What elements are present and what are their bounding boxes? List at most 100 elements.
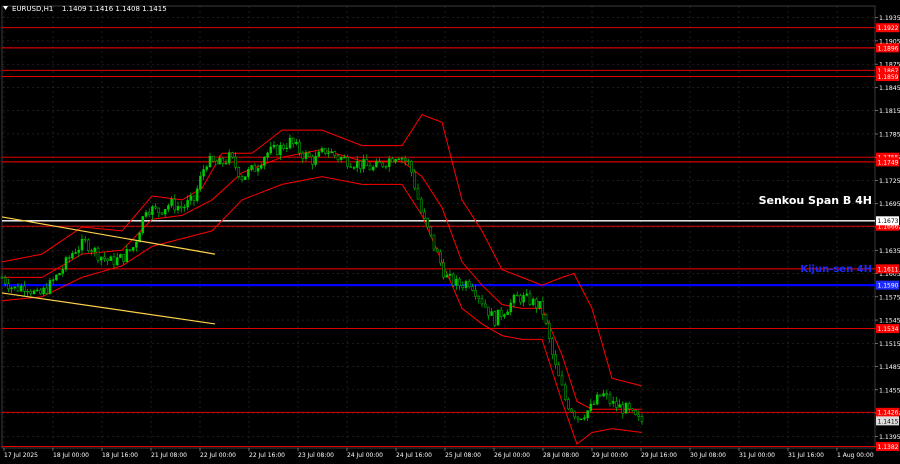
candle-body bbox=[259, 165, 263, 169]
price-axis: 1.19351.19051.18751.18451.18151.17851.17… bbox=[875, 15, 900, 451]
x-tick-label: 23 Jul 08:00 bbox=[298, 452, 334, 459]
candle-body bbox=[234, 156, 237, 168]
candle-body bbox=[634, 409, 637, 416]
candle-body bbox=[640, 416, 644, 422]
candle-body bbox=[429, 226, 433, 236]
candle-body bbox=[365, 159, 369, 166]
candle-body bbox=[103, 256, 106, 260]
candle-body bbox=[109, 256, 113, 261]
grid bbox=[1, 5, 876, 449]
candle-body bbox=[211, 156, 215, 162]
candle-body bbox=[560, 375, 564, 386]
candle-body bbox=[16, 286, 20, 292]
candle-body bbox=[304, 152, 308, 159]
candle-body bbox=[61, 269, 65, 274]
candle-body bbox=[595, 394, 599, 405]
candle-body bbox=[490, 311, 493, 316]
candle-body bbox=[122, 254, 125, 262]
candle-body bbox=[499, 309, 503, 317]
candle-body bbox=[471, 286, 474, 291]
candle-body bbox=[323, 148, 327, 154]
candle-body bbox=[541, 301, 545, 315]
x-tick-label: 24 Jul 16:00 bbox=[396, 452, 432, 459]
candle-body bbox=[410, 161, 413, 173]
candle-body bbox=[503, 314, 506, 317]
candle-body bbox=[333, 151, 337, 156]
level-label: 1.1382 bbox=[878, 444, 899, 451]
y-tick-label: 1.1485 bbox=[879, 364, 900, 371]
level-label: 1.1749 bbox=[878, 159, 899, 166]
candle-body bbox=[336, 155, 340, 160]
candle-body bbox=[509, 302, 513, 313]
candle-body bbox=[416, 187, 420, 200]
candle-body bbox=[39, 289, 42, 295]
candle-body bbox=[237, 167, 241, 177]
candle-body bbox=[483, 303, 487, 308]
candle-body bbox=[442, 262, 445, 278]
candle-body bbox=[567, 399, 570, 410]
candle-body bbox=[528, 293, 532, 305]
candle-body bbox=[592, 403, 596, 406]
trend-line bbox=[1, 292, 216, 325]
candle-body bbox=[544, 314, 548, 324]
candle-body bbox=[157, 207, 161, 213]
candle-body bbox=[147, 212, 151, 215]
candle-body bbox=[423, 211, 426, 219]
candle-body bbox=[96, 247, 100, 261]
candle-body bbox=[167, 205, 170, 210]
y-tick-label: 1.1845 bbox=[879, 85, 900, 92]
candle-body bbox=[32, 290, 36, 294]
ichimoku-lines bbox=[1, 113, 643, 445]
candle-body bbox=[90, 250, 93, 252]
horizontal-levels bbox=[2, 27, 875, 447]
candle-body bbox=[74, 252, 77, 254]
candle-body bbox=[352, 167, 356, 169]
candle-body bbox=[624, 402, 628, 414]
candle-body bbox=[199, 175, 202, 190]
y-tick-label: 1.1395 bbox=[879, 434, 900, 441]
candle-body bbox=[535, 298, 538, 309]
candle-body bbox=[515, 294, 519, 297]
candle-body bbox=[627, 402, 631, 410]
candle-body bbox=[432, 234, 436, 250]
candle-body bbox=[106, 258, 109, 261]
candle-body bbox=[477, 296, 481, 299]
x-tick-label: 25 Jul 08:00 bbox=[445, 452, 481, 459]
candle-body bbox=[131, 247, 135, 251]
x-tick-label: 22 Jul 16:00 bbox=[249, 452, 285, 459]
x-tick-label: 18 Jul 00:00 bbox=[53, 452, 89, 459]
candle-body bbox=[445, 275, 449, 278]
candle-body bbox=[461, 285, 465, 288]
level-label: 1.1426 bbox=[878, 410, 899, 417]
candle-body bbox=[551, 338, 554, 355]
level-label: 1.1922 bbox=[878, 25, 899, 32]
candle-body bbox=[173, 198, 177, 211]
candle-body bbox=[112, 256, 116, 266]
candle-body bbox=[58, 273, 61, 276]
candle-body bbox=[403, 158, 407, 162]
candle-body bbox=[243, 176, 247, 180]
candle-body bbox=[608, 394, 612, 404]
candle-body bbox=[99, 256, 103, 261]
candle-body bbox=[215, 160, 218, 165]
candle-body bbox=[202, 169, 205, 177]
candle-body bbox=[605, 393, 609, 396]
kijun-sen-label: 1.1590 bbox=[878, 283, 899, 290]
candle-body bbox=[291, 137, 295, 144]
price-chart[interactable]: 1.19351.19051.18751.18451.18151.17851.17… bbox=[0, 0, 900, 460]
candle-body bbox=[506, 311, 509, 315]
candle-body bbox=[602, 393, 605, 397]
candle-body bbox=[298, 141, 301, 154]
candle-body bbox=[218, 157, 221, 165]
candle-body bbox=[250, 165, 253, 170]
candle-body bbox=[611, 401, 615, 404]
senkou-span-b-label: 1.1673 bbox=[878, 218, 899, 225]
candle-body bbox=[189, 195, 193, 201]
candle-body bbox=[349, 166, 353, 168]
candle-body bbox=[378, 161, 381, 164]
kijun-sen-label: Kijun-sen 4H bbox=[800, 264, 872, 275]
y-tick-label: 1.1785 bbox=[879, 131, 900, 138]
candle-body bbox=[266, 152, 269, 158]
candle-body bbox=[589, 403, 593, 411]
candle-body bbox=[221, 157, 225, 164]
